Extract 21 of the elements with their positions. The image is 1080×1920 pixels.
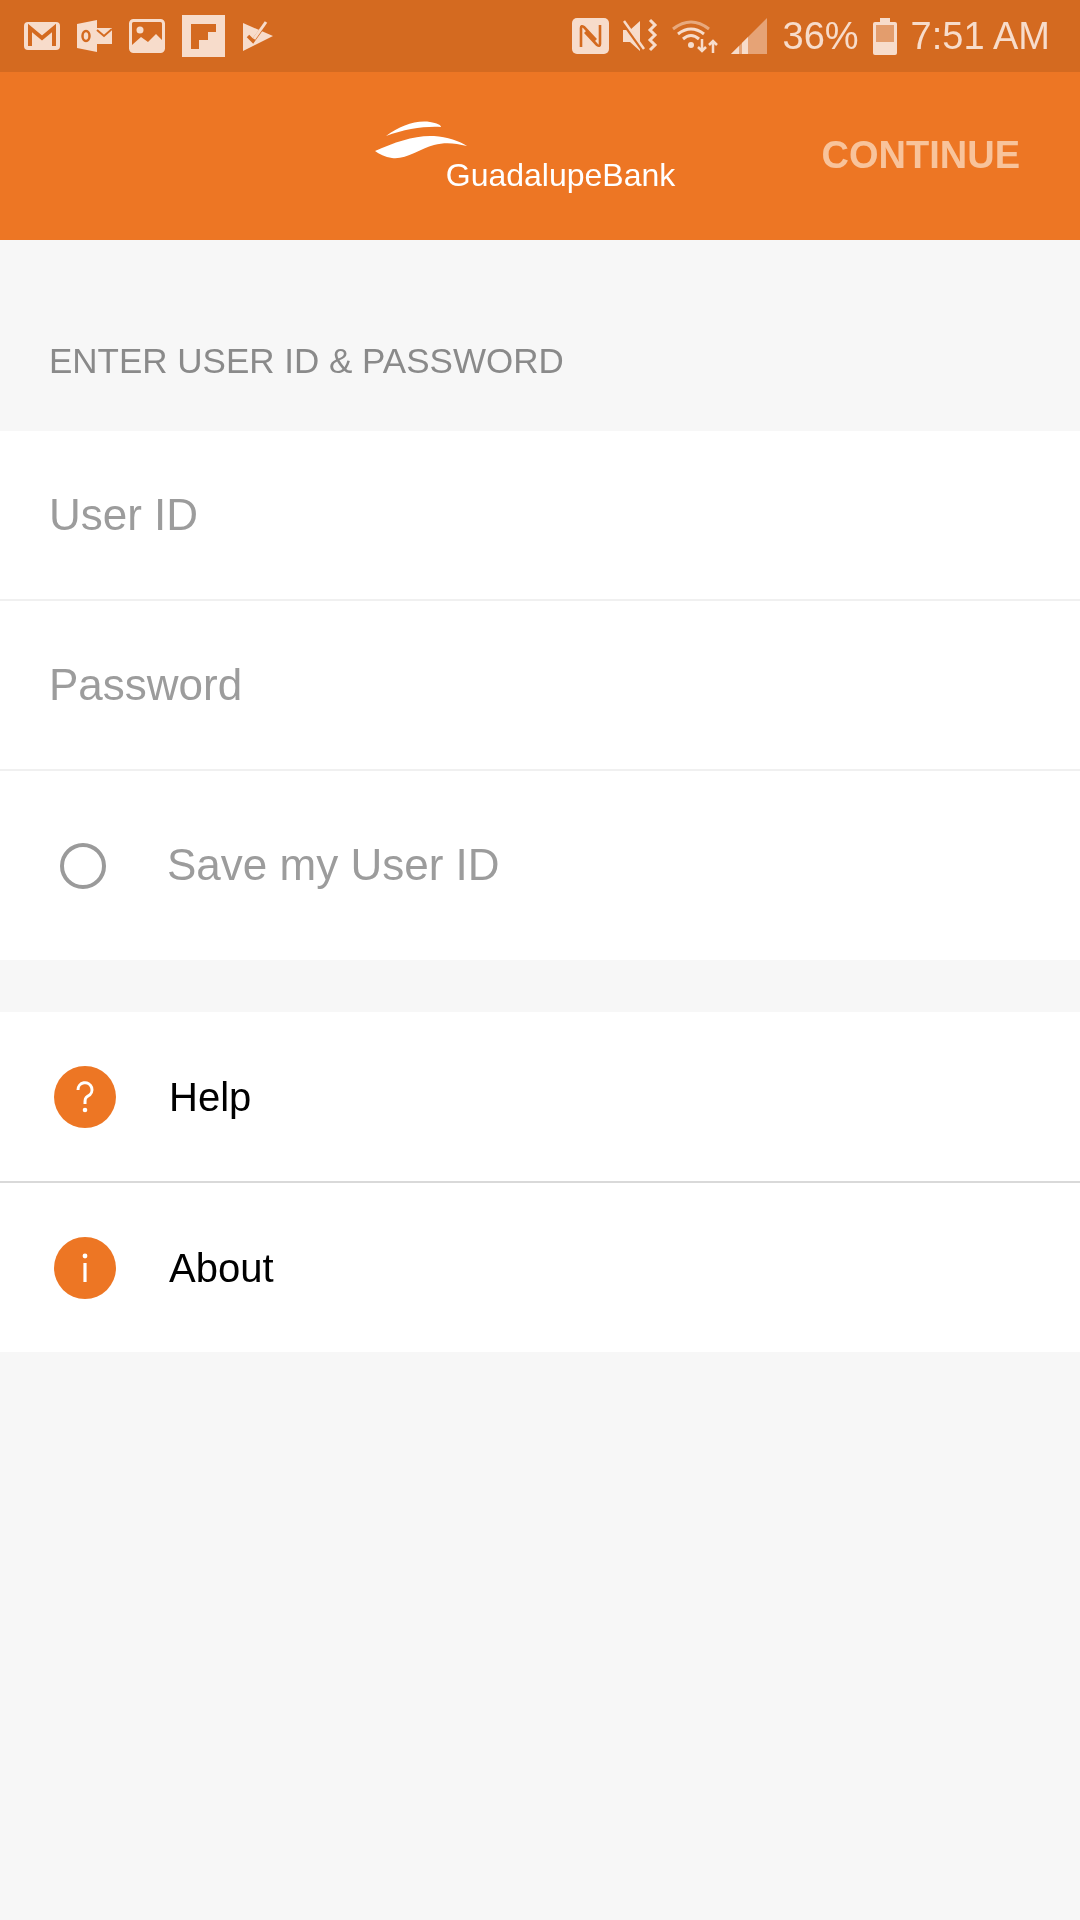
input-field[interactable]: User ID bbox=[0, 431, 1080, 601]
help-icon bbox=[54, 1065, 116, 1128]
envelope-app-icon bbox=[77, 20, 112, 52]
image-icon bbox=[129, 19, 165, 53]
signal-icon bbox=[730, 18, 767, 54]
info-icon bbox=[54, 1236, 116, 1299]
mail-icon bbox=[24, 22, 60, 50]
waves-logo-icon bbox=[374, 121, 467, 159]
nfc-icon bbox=[571, 18, 609, 54]
mute-vibrate-icon bbox=[620, 18, 659, 54]
menu-item[interactable]: Help bbox=[0, 1012, 1080, 1181]
brand-name: GuadalupeBank bbox=[445, 159, 676, 191]
stepped-square-icon bbox=[182, 15, 225, 57]
wifi-icon bbox=[670, 19, 719, 53]
battery-icon bbox=[872, 17, 897, 55]
battery-percent: 36% bbox=[782, 17, 859, 55]
clock-time: 7:51 AM bbox=[910, 17, 1050, 55]
checkmark-tag-icon bbox=[242, 20, 274, 52]
section-title: ENTER USER ID & PASSWORD bbox=[49, 340, 564, 382]
input-field[interactable]: Password bbox=[0, 601, 1080, 771]
menu-item[interactable]: About bbox=[0, 1181, 1080, 1352]
